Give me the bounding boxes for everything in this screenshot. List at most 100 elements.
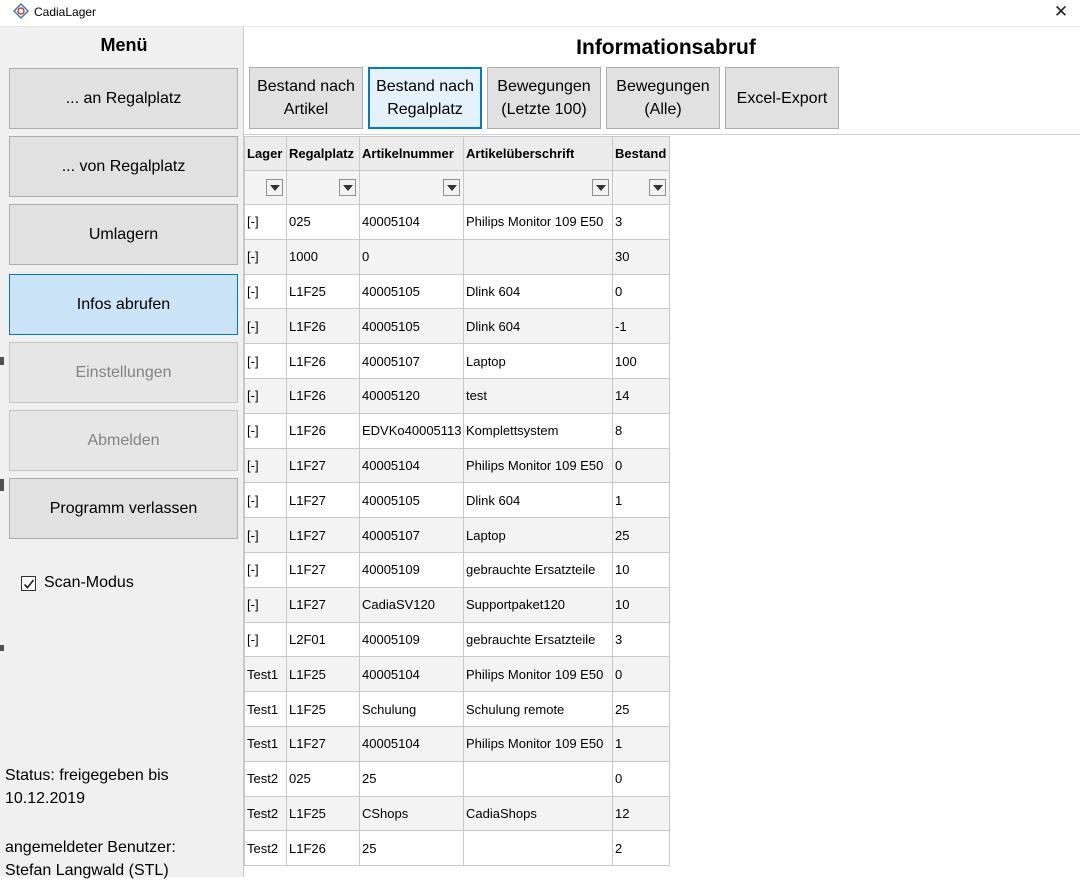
cell-artikelueberschrift[interactable] — [463, 760, 613, 797]
cell-bestand[interactable]: 30 — [612, 238, 670, 275]
filter-dropdown-icon[interactable] — [649, 179, 666, 196]
cell-artikelueberschrift[interactable] — [463, 830, 613, 867]
cell-artikelueberschrift[interactable]: Dlink 604 — [463, 482, 613, 519]
bewegungen-letzte-100-button[interactable]: Bewegungen (Letzte 100) — [487, 67, 601, 129]
cell-artikelnummer[interactable]: 40005107 — [359, 517, 464, 553]
table-row[interactable]: [-] L1F25 40005105 Dlink 604 0 — [244, 273, 670, 310]
table-row[interactable]: [-] 025 40005104 Philips Monitor 109 E50 3 — [244, 204, 670, 240]
cell-artikelueberschrift[interactable]: Philips Monitor 109 E50 — [463, 204, 613, 240]
cell-lager[interactable]: [-] — [244, 482, 287, 519]
filter-dropdown-icon[interactable] — [339, 179, 356, 196]
cell-artikelueberschrift[interactable]: Philips Monitor 109 E50 — [463, 447, 613, 484]
cell-lager[interactable]: [-] — [244, 412, 287, 449]
cell-artikelnummer[interactable]: 40005104 — [359, 204, 464, 240]
table-row[interactable]: [-] L1F27 40005109 gebrauchte Ersatzteile 10 — [244, 551, 670, 588]
cell-lager[interactable]: [-] — [244, 586, 287, 623]
cell-bestand[interactable]: 10 — [612, 586, 670, 623]
column-header-bestand[interactable]: Bestand — [612, 136, 670, 171]
cell-lager[interactable]: Test1 — [244, 725, 287, 762]
table-row[interactable]: [-] L1F26 40005120 test 14 — [244, 377, 670, 414]
cell-artikelnummer[interactable]: Schulung — [359, 691, 464, 727]
cell-artikelnummer[interactable]: CShops — [359, 795, 464, 832]
cell-regalplatz[interactable]: L1F25 — [286, 273, 360, 310]
cell-lager[interactable]: [-] — [244, 377, 287, 414]
cell-regalplatz[interactable]: 025 — [286, 204, 360, 240]
table-row[interactable]: [-] L1F27 CadiaSV120 Supportpaket120 10 — [244, 586, 670, 623]
table-row[interactable]: Test2 L1F25 CShops CadiaShops 12 — [244, 795, 670, 832]
cell-artikelnummer[interactable]: 40005105 — [359, 308, 464, 345]
column-header-artikelnummer[interactable]: Artikelnummer — [359, 136, 464, 171]
cell-artikelnummer[interactable]: 40005105 — [359, 273, 464, 310]
cell-artikelueberschrift[interactable]: Laptop — [463, 343, 613, 379]
table-row[interactable]: [-] L1F27 40005107 Laptop 25 — [244, 517, 670, 553]
cell-regalplatz[interactable]: L1F25 — [286, 795, 360, 832]
cell-artikelnummer[interactable]: 40005120 — [359, 377, 464, 414]
cell-regalplatz[interactable]: L1F27 — [286, 586, 360, 623]
cell-artikelnummer[interactable]: 40005107 — [359, 343, 464, 379]
table-row[interactable]: [-] L2F01 40005109 gebrauchte Ersatzteile 3 — [244, 621, 670, 658]
bewegungen-alle-button[interactable]: Bewegungen (Alle) — [606, 67, 720, 129]
table-row[interactable]: Test1 L1F27 40005104 Philips Monitor 109 E5… — [244, 725, 670, 762]
cell-bestand[interactable]: 25 — [612, 691, 670, 727]
cell-regalplatz[interactable]: L1F27 — [286, 551, 360, 588]
table-row[interactable]: [-] L1F26 40005107 Laptop 100 — [244, 343, 670, 379]
cell-artikelueberschrift[interactable]: Laptop — [463, 517, 613, 553]
cell-artikelueberschrift[interactable]: Philips Monitor 109 E50 — [463, 725, 613, 762]
cell-lager[interactable]: Test1 — [244, 691, 287, 727]
table-row[interactable]: [-] L1F27 40005104 Philips Monitor 109 E50 0 — [244, 447, 670, 484]
cell-artikelnummer[interactable]: 40005104 — [359, 447, 464, 484]
scan-mode-checkbox[interactable]: Scan-Modus — [21, 574, 134, 592]
cell-lager[interactable]: Test2 — [244, 760, 287, 797]
cell-artikelnummer[interactable]: 40005105 — [359, 482, 464, 519]
table-row[interactable]: [-] L1F26 40005105 Dlink 604 -1 — [244, 308, 670, 345]
table-row[interactable]: Test2 025 25 0 — [244, 760, 670, 797]
cell-lager[interactable]: [-] — [244, 308, 287, 345]
cell-artikelueberschrift[interactable]: gebrauchte Ersatzteile — [463, 621, 613, 658]
einstellungen-button[interactable]: Einstellungen — [9, 342, 238, 403]
cell-regalplatz[interactable]: 1000 — [286, 238, 360, 275]
cell-bestand[interactable]: -1 — [612, 308, 670, 345]
cell-lager[interactable]: [-] — [244, 517, 287, 553]
cell-lager[interactable]: [-] — [244, 204, 287, 240]
inventory-grid[interactable]: Lager Regalplatz Artikelnummer Artikelüb… — [244, 136, 670, 867]
cell-lager[interactable]: Test2 — [244, 830, 287, 867]
table-row[interactable]: [-] 1000 0 30 — [244, 238, 670, 275]
cell-artikelueberschrift[interactable]: Supportpaket120 — [463, 586, 613, 623]
cell-bestand[interactable]: 14 — [612, 377, 670, 414]
cell-lager[interactable]: [-] — [244, 621, 287, 658]
cell-regalplatz[interactable]: L1F26 — [286, 830, 360, 867]
cell-artikelnummer[interactable]: 40005109 — [359, 621, 464, 658]
cell-regalplatz[interactable]: L1F27 — [286, 447, 360, 484]
cell-artikelnummer[interactable]: 40005104 — [359, 725, 464, 762]
cell-bestand[interactable]: 3 — [612, 621, 670, 658]
bestand-nach-artikel-button[interactable]: Bestand nach Artikel — [249, 67, 363, 129]
cell-bestand[interactable]: 0 — [612, 760, 670, 797]
table-row[interactable]: [-] L1F26 EDVKo40005113 Komplettsystem 8 — [244, 412, 670, 449]
cell-lager[interactable]: [-] — [244, 238, 287, 275]
column-header-artikelueberschrift[interactable]: Artikelüberschrift — [463, 136, 613, 171]
cell-artikelueberschrift[interactable]: gebrauchte Ersatzteile — [463, 551, 613, 588]
cell-bestand[interactable]: 3 — [612, 204, 670, 240]
cell-regalplatz[interactable]: L2F01 — [286, 621, 360, 658]
cell-regalplatz[interactable]: L1F27 — [286, 725, 360, 762]
cell-regalplatz[interactable]: L1F25 — [286, 691, 360, 727]
cell-bestand[interactable]: 100 — [612, 343, 670, 379]
cell-lager[interactable]: [-] — [244, 273, 287, 310]
table-row[interactable]: [-] L1F27 40005105 Dlink 604 1 — [244, 482, 670, 519]
cell-lager[interactable]: Test1 — [244, 656, 287, 693]
cell-artikelnummer[interactable]: 0 — [359, 238, 464, 275]
cell-bestand[interactable]: 0 — [612, 273, 670, 310]
cell-artikelnummer[interactable]: 25 — [359, 830, 464, 867]
cell-artikelnummer[interactable]: 40005104 — [359, 656, 464, 693]
excel-export-button[interactable]: Excel-Export — [725, 67, 839, 129]
cell-artikelnummer[interactable]: CadiaSV120 — [359, 586, 464, 623]
cell-artikelueberschrift[interactable]: CadiaShops — [463, 795, 613, 832]
cell-lager[interactable]: [-] — [244, 551, 287, 588]
cell-artikelueberschrift[interactable]: test — [463, 377, 613, 414]
bestand-nach-regalplatz-button[interactable]: Bestand nach Regalplatz — [368, 67, 482, 129]
table-row[interactable]: Test2 L1F26 25 2 — [244, 830, 670, 867]
cell-bestand[interactable]: 12 — [612, 795, 670, 832]
von-regalplatz-button[interactable]: ... von Regalplatz — [9, 136, 238, 197]
cell-bestand[interactable]: 0 — [612, 656, 670, 693]
cell-lager[interactable]: [-] — [244, 343, 287, 379]
